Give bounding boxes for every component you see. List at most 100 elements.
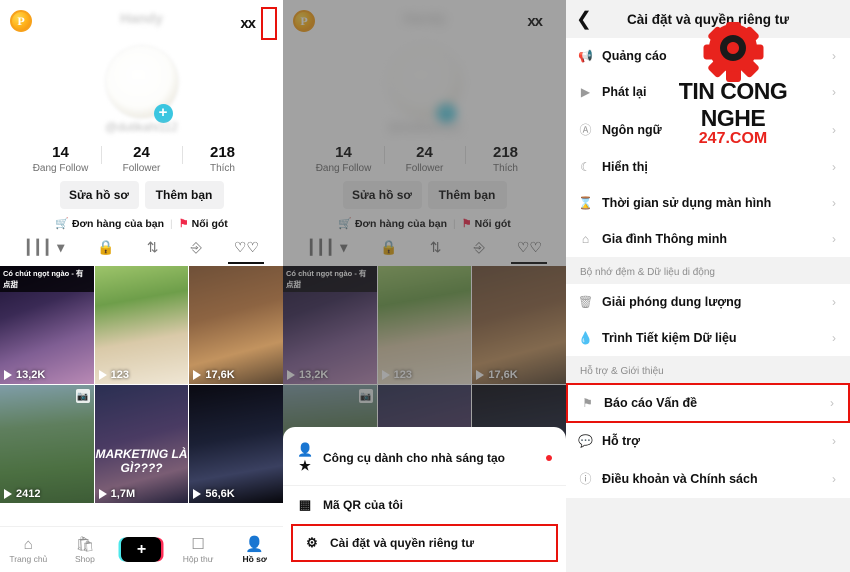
profile-stats: 14 Đang Follow 24 Follower 218 Thích (0, 140, 283, 174)
edit-profile-button[interactable]: Sửa hồ sơ (342, 181, 422, 209)
hamburger-menu-icon[interactable] (261, 7, 277, 40)
settings-row-label: Gia đình Thông minh (602, 232, 727, 246)
settings-row-display[interactable]: ☾ Hiển thị › (566, 149, 850, 185)
video-cell[interactable]: 56,6K (189, 385, 283, 503)
settings-row-data-saver[interactable]: 💧 Trình Tiết kiệm Dữ liệu › (566, 320, 850, 356)
cart-icon: 🛒 (55, 218, 69, 230)
add-friend-button[interactable]: Thêm bạn (427, 181, 507, 209)
profile-quick-links: 🛒 Đơn hàng của bạn | ⚑ Nối gót (283, 217, 566, 231)
footprint-icon[interactable]: xx (240, 15, 256, 32)
tab-private[interactable]: 🔒 (97, 239, 114, 260)
stat-value: 24 (133, 144, 150, 161)
stat-divider (181, 146, 183, 164)
stat-value: 14 (52, 144, 69, 161)
video-view-count: 1,7M (110, 488, 136, 500)
nav-label: Trang chủ (9, 553, 48, 564)
settings-row-ads[interactable]: 📢 Quảng cáo › (566, 38, 850, 74)
tab-tagged[interactable]: ⎆ (474, 239, 485, 260)
chat-bubble-icon: 💬 (578, 434, 593, 448)
plus-icon[interactable]: + (121, 537, 162, 562)
settings-group-support: ⚑ Báo cáo Vấn đề › 💬 Hỗ trợ › ⓘ Điều kho… (566, 383, 850, 498)
phone-panel-profile: P Handy xx + @dutikahi112 14 Đang Follow… (0, 0, 283, 572)
header-icon-group: xx (240, 7, 277, 40)
stat-following[interactable]: 14 Đang Follow (310, 144, 378, 174)
video-views: 17,6K (476, 369, 518, 381)
nav-create[interactable]: + (114, 537, 168, 562)
settings-row-label: Phát lại (602, 85, 647, 99)
nav-home[interactable]: ⌂ Trang chủ (1, 536, 55, 564)
stat-likes[interactable]: 218 Thích (472, 144, 540, 174)
orders-link[interactable]: 🛒 Đơn hàng của bạn (55, 217, 164, 231)
video-cell[interactable]: Có chút ngọt ngào - 有点甜 13,2K (283, 266, 377, 384)
play-icon (193, 489, 202, 499)
video-cell[interactable]: 123 (94, 266, 189, 384)
stat-followers[interactable]: 24 Follower (391, 144, 459, 174)
settings-row-report-problem[interactable]: ⚑ Báo cáo Vấn đề › (566, 383, 850, 423)
avatar-area: + @dutikahi112 (283, 42, 566, 140)
hamburger-menu-icon[interactable] (548, 7, 560, 36)
video-cell[interactable]: MARKETING LÀ GÌ???? 1,7M (94, 385, 189, 503)
stat-divider (383, 146, 385, 164)
tab-repost[interactable]: ⇅ (430, 239, 442, 260)
noi-got-link[interactable]: ⚑ Nối gót (462, 217, 511, 231)
settings-row-support[interactable]: 💬 Hỗ trợ › (566, 423, 850, 459)
noi-got-label: Nối gót (474, 217, 511, 230)
back-chevron-icon[interactable]: ❮ (576, 8, 600, 31)
noi-got-link[interactable]: ⚑ Nối gót (179, 217, 228, 231)
chevron-right-icon: › (830, 396, 834, 410)
menu-item-creator-tools[interactable]: 👤★ Công cụ dành cho nhà sáng tạo (283, 431, 566, 485)
play-icon (4, 370, 12, 380)
settings-row-screen-time[interactable]: ⌛ Thời gian sử dụng màn hình › (566, 185, 850, 221)
video-view-count: 13,2K (16, 369, 46, 381)
tab-repost[interactable]: ⇅ (147, 239, 159, 260)
video-cell[interactable]: 123 (377, 266, 472, 384)
play-icon (287, 370, 295, 380)
stat-label: Thích (209, 163, 235, 174)
tab-grid[interactable]: ┃┃┃ ▾ (24, 239, 65, 260)
video-views: 17,6K (193, 369, 235, 381)
inbox-icon: ☐ (191, 535, 205, 553)
video-cell[interactable]: 17,6K (189, 266, 283, 384)
add-friend-button[interactable]: Thêm bạn (144, 181, 224, 209)
water-drop-icon: 💧 (578, 331, 593, 345)
settings-group-general: 📢 Quảng cáo › ▶ Phát lại › Ⓐ Ngôn ngữ › … (566, 38, 850, 257)
play-icon (4, 489, 12, 499)
tab-private[interactable]: 🔒 (380, 239, 397, 260)
menu-item-my-qr[interactable]: ▦ Mã QR của tôi (283, 485, 566, 524)
edit-profile-button[interactable]: Sửa hồ sơ (59, 181, 139, 209)
settings-row-terms-policies[interactable]: ⓘ Điều khoản và Chính sách › (566, 459, 850, 498)
menu-item-settings-privacy[interactable]: ⚙ Cài đặt và quyền riêng tư (291, 524, 558, 562)
play-icon (98, 370, 107, 380)
nav-profile[interactable]: 👤 Hồ sơ (228, 536, 282, 564)
orders-link[interactable]: 🛒 Đơn hàng của bạn (338, 217, 447, 231)
play-icon (193, 370, 202, 380)
tab-grid[interactable]: ┃┃┃ ▾ (307, 239, 348, 260)
video-cell[interactable]: Có chút ngọt ngào - 有点甜 13,2K (0, 266, 94, 384)
video-view-count: 2412 (16, 488, 41, 500)
nav-label: Hộp thư (182, 553, 214, 564)
settings-row-playback[interactable]: ▶ Phát lại › (566, 74, 850, 110)
tab-liked[interactable]: ♡♡ (234, 239, 259, 260)
stat-value: 24 (416, 144, 433, 161)
nav-inbox[interactable]: ☐ Hộp thư (171, 536, 225, 564)
nav-shop[interactable]: 🛍 Shop (58, 536, 112, 564)
tab-tagged[interactable]: ⎆ (191, 239, 202, 260)
play-icon (476, 370, 485, 380)
footprint-icon[interactable]: xx (527, 13, 543, 30)
notification-badge (546, 455, 552, 461)
settings-section-cache: Bộ nhớ đệm & Dữ liệu di động (580, 267, 715, 278)
video-view-count: 17,6K (488, 369, 518, 381)
stat-followers[interactable]: 24 Follower (108, 144, 176, 174)
video-cell[interactable]: 17,6K (472, 266, 566, 384)
stat-divider (464, 146, 466, 164)
settings-row-language[interactable]: Ⓐ Ngôn ngữ › (566, 110, 850, 149)
settings-row-free-up-space[interactable]: 🗑 Giải phóng dung lượng › (566, 284, 850, 320)
chevron-right-icon: › (832, 295, 836, 309)
settings-row-family-pairing[interactable]: ⌂ Gia đình Thông minh › (566, 221, 850, 257)
video-cell[interactable]: 📷 2412 (0, 385, 94, 503)
stat-likes[interactable]: 218 Thích (189, 144, 257, 174)
link-divider: | (170, 217, 173, 230)
tab-liked[interactable]: ♡♡ (517, 239, 542, 260)
bottom-navigation: ⌂ Trang chủ 🛍 Shop + ☐ Hộp thư 👤 Hồ sơ (0, 526, 283, 572)
stat-following[interactable]: 14 Đang Follow (27, 144, 95, 174)
